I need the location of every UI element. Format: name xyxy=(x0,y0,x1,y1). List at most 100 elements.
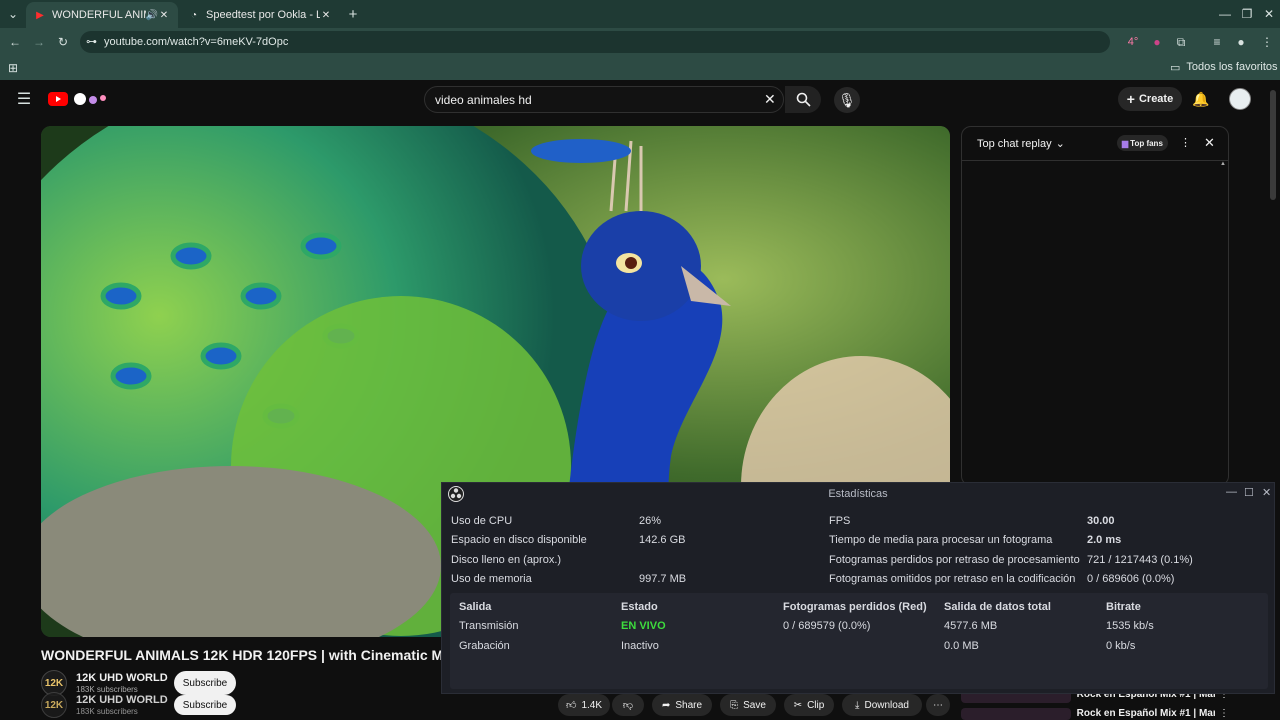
table-cell: Grabación xyxy=(459,640,510,652)
tab-title: Speedtest por Ookla - La prueba de veloc… xyxy=(206,9,320,21)
close-tab-icon[interactable]: ✕ xyxy=(158,9,170,21)
top-fans-chip[interactable]: ▆ Top fans xyxy=(1117,135,1168,151)
restore-icon[interactable]: ❐ xyxy=(1238,5,1256,23)
table-cell: 1535 kb/s xyxy=(1106,620,1154,632)
close-window-icon[interactable]: ✕ xyxy=(1262,486,1271,499)
chat-mode-dropdown[interactable]: Top chat replay xyxy=(977,138,1052,150)
doodle-icon xyxy=(74,93,106,105)
clear-search-icon[interactable]: ✕ xyxy=(764,91,776,108)
browser-tab-bar: ⌄ ▶ WONDERFUL ANIMALS 12K HDR 120FPS | w… xyxy=(0,0,1280,28)
stat-label-memory: Uso de memoria xyxy=(451,573,532,585)
minimize-icon[interactable]: — xyxy=(1226,486,1237,498)
folder-icon: ▭ xyxy=(1170,62,1181,74)
channel-name[interactable]: 12K UHD WORLD xyxy=(76,694,168,706)
maximize-icon[interactable]: ☐ xyxy=(1244,486,1254,499)
save-button[interactable]: ⎘ Save xyxy=(720,694,776,716)
forward-icon[interactable]: → xyxy=(30,33,48,51)
obs-window-title: Estadísticas xyxy=(828,488,888,500)
bookmark-icon: ⎘ xyxy=(730,699,739,711)
table-cell: 0 / 689579 (0.0%) xyxy=(783,620,871,632)
reload-icon[interactable]: ↻ xyxy=(54,33,72,51)
like-button[interactable]: 👍︎ 1.4K xyxy=(558,694,610,716)
omnibox[interactable]: ⊶ youtube.com/watch?v=6meKV-7dOpc xyxy=(80,31,1110,53)
search-button[interactable] xyxy=(785,86,821,113)
chevron-down-icon[interactable]: ⌄ xyxy=(1056,137,1065,150)
download-button[interactable]: ⤓ Download xyxy=(842,694,922,716)
page-scrollbar[interactable] xyxy=(1270,90,1276,200)
stat-value-fps: 30.00 xyxy=(1087,515,1115,527)
share-button[interactable]: ➦ Share xyxy=(652,694,712,716)
top-fans-label: Top fans xyxy=(1130,138,1163,148)
hamburger-menu-icon[interactable]: ☰ xyxy=(15,90,33,108)
new-tab-icon[interactable]: + xyxy=(344,5,362,23)
rec-thumbnail[interactable] xyxy=(961,708,1071,720)
stat-value-disk: 142.6 GB xyxy=(639,534,686,546)
obs-title-bar[interactable]: Estadísticas — ☐ ✕ xyxy=(442,483,1274,505)
scroll-up-arrow-icon[interactable]: ▲ xyxy=(1220,161,1226,167)
rec-title[interactable]: Rock en Español Mix #1 | Maná, xyxy=(1077,708,1215,720)
status-live-badge: EN VIVO xyxy=(621,620,666,632)
site-info-icon[interactable]: ⊶ xyxy=(86,35,97,48)
voice-search-button[interactable]: 🎙 xyxy=(834,87,860,113)
subscriber-count: 183K subscribers xyxy=(76,707,138,716)
rec-more-icon[interactable]: ⋮ xyxy=(1219,708,1229,720)
table-cell: Inactivo xyxy=(621,640,659,652)
clip-button[interactable]: ✂ Clip xyxy=(784,694,834,716)
tab-speedtest[interactable]: ◔ Speedtest por Ookla - La prueba de vel… xyxy=(180,2,340,28)
table-cell: Transmisión xyxy=(459,620,519,632)
speedtest-favicon-icon: ◔ xyxy=(190,9,198,21)
chrome-menu-icon[interactable]: ⋮ xyxy=(1258,33,1276,51)
close-tab-icon[interactable]: ✕ xyxy=(320,9,332,21)
stat-label-disk-full: Disco lleno en (aprox.) xyxy=(451,554,562,566)
close-window-icon[interactable]: ✕ xyxy=(1260,5,1278,23)
table-header: Estado xyxy=(621,601,658,613)
search-input[interactable]: video animales hd ✕ xyxy=(424,86,784,113)
stat-label-cpu: Uso de CPU xyxy=(451,515,513,527)
tab-youtube[interactable]: ▶ WONDERFUL ANIMALS 12K HDR 120FPS | wit… xyxy=(26,2,178,28)
stat-value-encode-lag: 0 / 689606 (0.0%) xyxy=(1087,573,1175,585)
stat-value-memory: 997.7 MB xyxy=(639,573,687,585)
apps-grid-icon[interactable]: ⊞ xyxy=(4,59,22,77)
extension-icon[interactable]: ● xyxy=(1148,33,1166,51)
youtube-logo[interactable] xyxy=(48,90,109,108)
outputs-table: Salida Estado Fotogramas perdidos (Red) … xyxy=(450,593,1268,689)
stat-value-render-lag: 721 / 1217443 (0.1%) xyxy=(1087,554,1193,566)
dislike-button[interactable]: 👎︎ xyxy=(612,694,644,716)
youtube-logo-icon xyxy=(48,92,68,106)
download-label: Download xyxy=(864,699,909,711)
close-chat-icon[interactable]: ✕ xyxy=(1204,135,1215,151)
thumbs-up-icon: 👍︎ xyxy=(565,700,577,711)
create-label: Create xyxy=(1138,93,1174,105)
extensions-puzzle-icon[interactable]: ⧉ xyxy=(1172,33,1190,51)
channel-avatar[interactable]: 12K xyxy=(41,692,67,718)
subscribe-button[interactable]: Subscribe xyxy=(174,671,236,695)
download-icon: ⤓ xyxy=(855,699,860,711)
audio-playing-icon[interactable]: 🔊 xyxy=(146,9,158,21)
profile-avatar-icon[interactable]: ● xyxy=(1232,33,1250,51)
share-icon: ➦ xyxy=(661,699,671,711)
media-control-icon[interactable]: ≡ xyxy=(1208,33,1226,51)
thumbs-down-icon: 👎︎ xyxy=(622,700,634,711)
search-icon xyxy=(796,92,811,107)
obs-stats-window: Estadísticas — ☐ ✕ Uso de CPU 26% Espaci… xyxy=(441,482,1275,694)
stat-label-fps: FPS xyxy=(829,515,851,527)
tab-search-icon[interactable]: ⌄ xyxy=(4,5,22,23)
chat-header: Top chat replay ⌄ ▆ Top fans ⋮ ✕ xyxy=(962,127,1228,161)
all-bookmarks-folder[interactable]: ▭ Todos los favoritos xyxy=(1170,61,1278,74)
minimize-icon[interactable]: — xyxy=(1216,5,1234,23)
channel-name[interactable]: 12K UHD WORLD xyxy=(76,672,168,684)
clip-label: Clip xyxy=(807,699,825,711)
create-button[interactable]: + Create xyxy=(1118,87,1182,111)
more-actions-button[interactable]: ⋯ xyxy=(926,694,950,716)
extension-icon[interactable]: 4° xyxy=(1124,33,1142,51)
account-avatar[interactable] xyxy=(1229,88,1251,110)
search-query-text: video animales hd xyxy=(435,92,532,107)
scissors-icon: ✂ xyxy=(793,699,803,711)
recommendation-item[interactable]: Rock en Español Mix #1 | Maná, ⋮ xyxy=(961,708,1229,720)
table-header: Salida xyxy=(459,601,492,613)
more-options-icon[interactable]: ⋮ xyxy=(1180,136,1191,149)
channel-row-duplicate: 12K 12K UHD WORLD 183K subscribers xyxy=(41,692,168,718)
subscribe-button[interactable]: Subscribe xyxy=(174,695,236,715)
back-icon[interactable]: ← xyxy=(6,33,24,51)
notifications-bell-icon[interactable]: 🔔 xyxy=(1192,90,1210,108)
